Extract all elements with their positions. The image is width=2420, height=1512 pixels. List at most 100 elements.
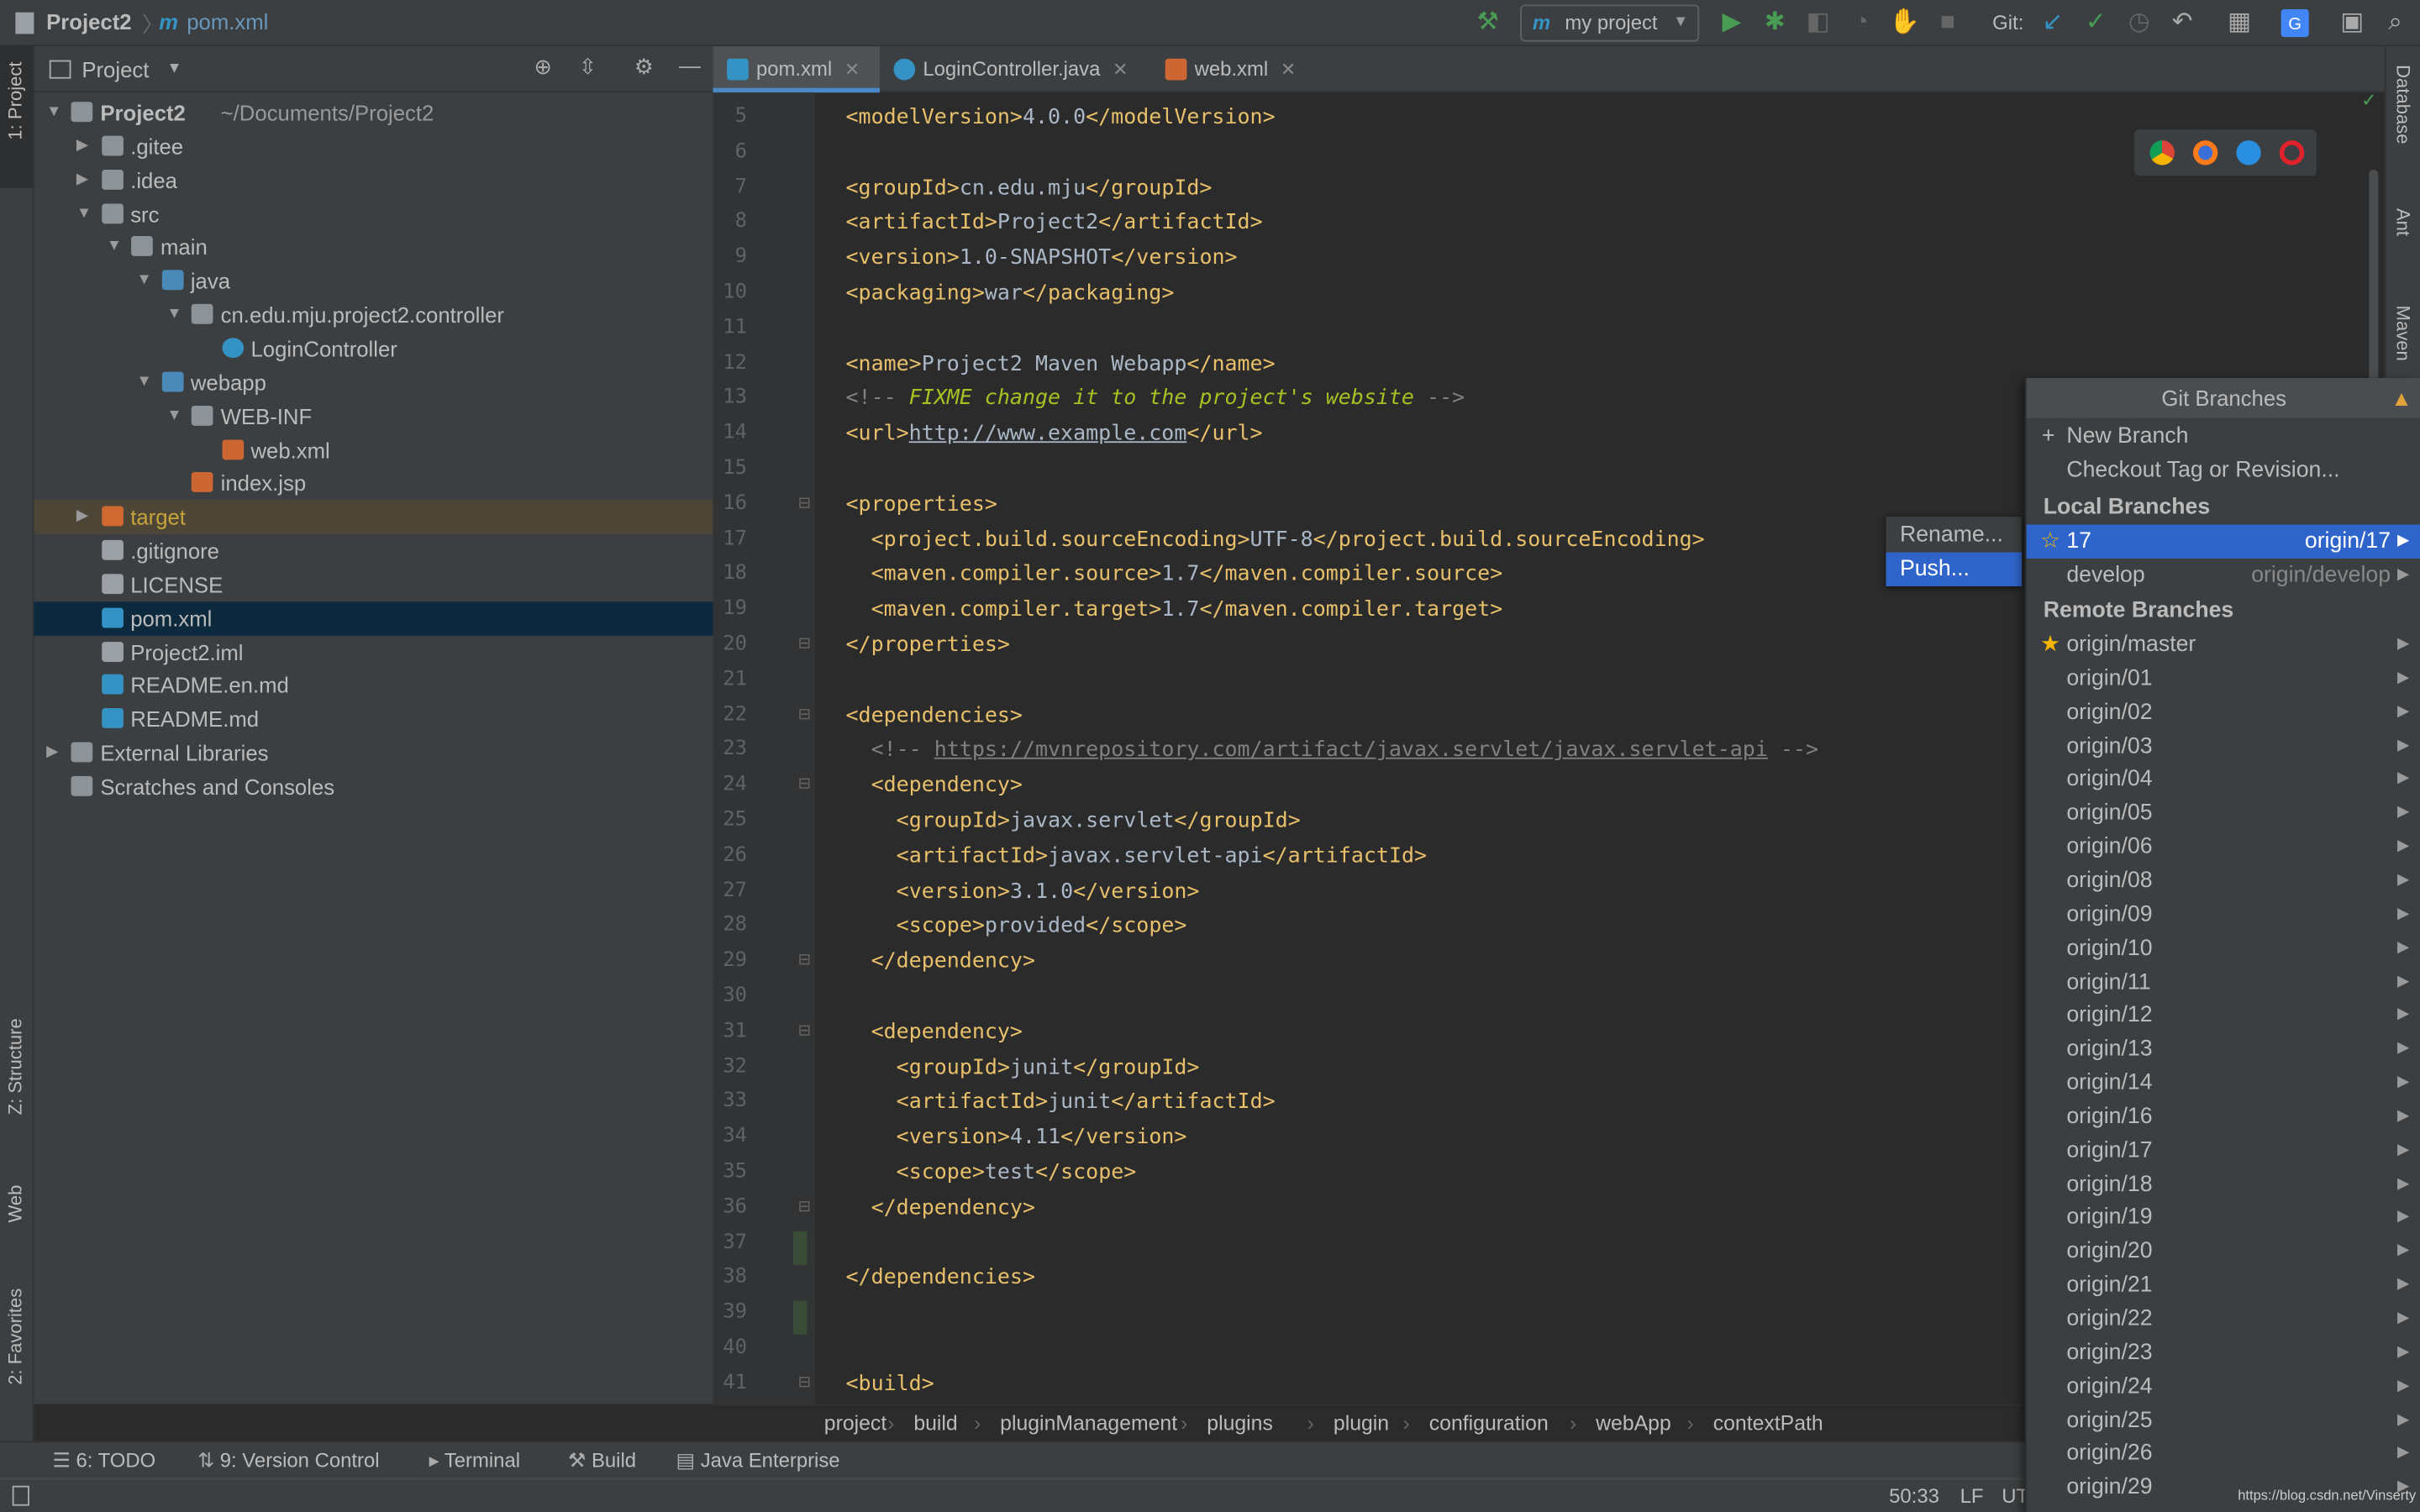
firefox-icon[interactable] [2192,140,2218,165]
tool-tab-maven[interactable]: Maven [2392,306,2414,361]
remote-branch-item[interactable]: origin/14 ▶ [2027,1066,2420,1100]
fold-icon[interactable]: ⊟ [798,706,811,722]
build-hammer-icon[interactable]: ⚒ [1472,8,1503,39]
translate-icon[interactable]: G [2281,9,2309,38]
chevron-down-icon[interactable]: ▼ [166,60,182,77]
xml-breadcrumb-item[interactable]: configuration [1429,1405,1549,1442]
tree-item[interactable]: ▶ External Libraries [34,736,713,769]
remote-branch-item[interactable]: origin/13 ▶ [2027,1032,2420,1066]
xml-breadcrumb-item[interactable]: plugin [1334,1405,1389,1442]
tree-item[interactable]: README.md [34,702,713,736]
tool-window-button[interactable]: ▸ Terminal [429,1442,520,1479]
tree-item[interactable]: ▼ main [34,230,713,264]
remote-branch-item[interactable]: origin/01 ▶ [2027,662,2420,696]
opera-icon[interactable] [2279,140,2305,165]
git-update-icon[interactable]: ↙ [2037,8,2068,39]
change-marker[interactable] [793,1230,808,1265]
tool-tab-web[interactable]: Web [5,1185,27,1223]
run-configuration-select[interactable]: m my project ▼ [1520,4,1700,42]
locate-icon[interactable]: ⊕ [534,54,552,80]
chevron-down-icon[interactable]: ▼ [166,298,182,332]
chevron-right-icon[interactable]: ▶ [76,163,88,197]
project-structure-icon[interactable]: ▦ [2224,8,2255,39]
gear-icon[interactable]: ⚙ [634,54,654,80]
tree-item[interactable]: ▶ target [34,500,713,534]
remote-branch-item[interactable]: origin/17 ▶ [2027,1134,2420,1168]
remote-branch-item[interactable]: origin/12 ▶ [2027,999,2420,1032]
tree-item[interactable]: ▼ webapp [34,365,713,399]
xml-breadcrumb-item[interactable]: contextPath [1713,1405,1823,1442]
chevron-right-icon[interactable]: ▶ [76,500,88,533]
tree-item[interactable]: web.xml [34,433,713,466]
tree-item[interactable]: ▼ cn.edu.mju.project2.controller [34,298,713,332]
safari-icon[interactable] [2236,140,2261,165]
remote-branch-item[interactable]: origin/02 ▶ [2027,696,2420,729]
close-icon[interactable]: ✕ [1281,59,1296,81]
run-icon[interactable]: ▶ [1716,8,1747,39]
editor-tab[interactable]: LoginController.java ✕ [880,46,1151,92]
tool-window-button[interactable]: ⇅ 9: Version Control [197,1442,379,1479]
chevron-down-icon[interactable]: ▼ [107,230,122,264]
tool-window-button[interactable]: ▤ Java Enterprise [676,1442,839,1479]
tree-item[interactable]: ▼ WEB-INF [34,399,713,433]
close-icon[interactable]: ✕ [1113,59,1128,81]
profile-icon[interactable]: ◔ [1846,8,1877,39]
tree-item[interactable]: README.en.md [34,669,713,702]
stop-icon[interactable]: ■ [1933,8,1964,39]
xml-breadcrumb-item[interactable]: webApp [1596,1405,1671,1442]
checkout-tag-item[interactable]: Checkout Tag or Revision... [2027,454,2420,487]
local-branch-item[interactable]: 17 ☆ origin/17 ▶ [2026,524,2420,559]
tool-tab-database[interactable]: Database [2392,65,2414,144]
tree-item[interactable]: LoginController [34,332,713,365]
remote-branch-item[interactable]: origin/24 ▶ [2027,1369,2420,1403]
rename-branch-item[interactable]: Rename... [1886,518,2022,552]
local-branch-item[interactable]: develop origin/develop ▶ [2027,559,2420,592]
editor-tab[interactable]: web.xml ✕ [1151,46,1306,92]
remote-branch-item[interactable]: origin/22 ▶ [2027,1302,2420,1336]
remote-branch-item[interactable]: origin/25 ▶ [2027,1404,2420,1437]
chevron-right-icon[interactable]: ▶ [46,736,58,769]
tree-item[interactable]: ▼ Project2 ~/Documents/Project2 [34,96,713,129]
chevron-down-icon[interactable]: ▼ [76,197,92,230]
caret-position[interactable]: 50:33 [1889,1479,1939,1512]
remote-branch-item[interactable]: origin/11 ▶ [2027,965,2420,999]
tool-window-button[interactable]: ⚒ Build [568,1442,636,1479]
fold-icon[interactable]: ⊟ [798,1374,811,1391]
chevron-down-icon[interactable]: ▼ [166,399,182,433]
fold-icon[interactable]: ⊟ [798,1199,811,1215]
xml-breadcrumb-item[interactable]: pluginManagement [1000,1405,1177,1442]
change-marker[interactable] [793,1300,808,1336]
remote-branch-item[interactable]: origin/03 ▶ [2027,729,2420,763]
git-commit-icon[interactable]: ✓ [2081,8,2112,39]
attach-icon[interactable]: ✋ [1889,8,1920,39]
git-history-icon[interactable]: ◷ [2123,8,2154,39]
remote-branch-item[interactable]: origin/23 ▶ [2027,1336,2420,1369]
chevron-down-icon[interactable]: ▼ [137,265,152,298]
remote-branch-item[interactable]: origin/26 ▶ [2027,1437,2420,1471]
search-icon[interactable]: ⌕ [2380,8,2411,39]
terminal-window-icon[interactable]: ▣ [2337,8,2368,39]
remote-branch-item[interactable]: origin/09 ▶ [2027,898,2420,932]
tool-window-button[interactable]: ☰ 6: TODO [52,1442,155,1479]
tool-windows-icon[interactable] [12,1485,29,1506]
chrome-icon[interactable] [2149,140,2175,165]
fold-icon[interactable]: ⊟ [798,776,811,793]
tree-item[interactable]: index.jsp [34,466,713,500]
fold-icon[interactable]: ⊟ [798,636,811,653]
close-icon[interactable]: ✕ [844,59,860,81]
remote-branch-item[interactable]: origin/08 ▶ [2027,864,2420,897]
coverage-icon[interactable]: ◧ [1802,8,1833,39]
xml-breadcrumb-item[interactable]: plugins [1207,1405,1273,1442]
tree-item[interactable]: ▼ java [34,265,713,298]
remote-branch-item[interactable]: origin/06 ▶ [2027,830,2420,864]
tree-item[interactable]: ▼ src [34,197,713,230]
editor-tab[interactable]: pom.xml ✕ [713,46,880,93]
collapse-all-icon[interactable]: ⇳ [579,54,597,80]
fold-icon[interactable]: ⊟ [798,1022,811,1039]
breadcrumb-file[interactable]: pom.xml [187,9,268,34]
remote-branch-item[interactable]: origin/20 ▶ [2027,1235,2420,1268]
remote-branch-item[interactable]: origin/21 ▶ [2027,1268,2420,1302]
xml-breadcrumb-item[interactable]: build [913,1405,957,1442]
tool-tab-structure[interactable]: Z: Structure [5,1018,27,1115]
remote-branch-item[interactable]: origin/master ★ ▶ [2027,628,2420,662]
